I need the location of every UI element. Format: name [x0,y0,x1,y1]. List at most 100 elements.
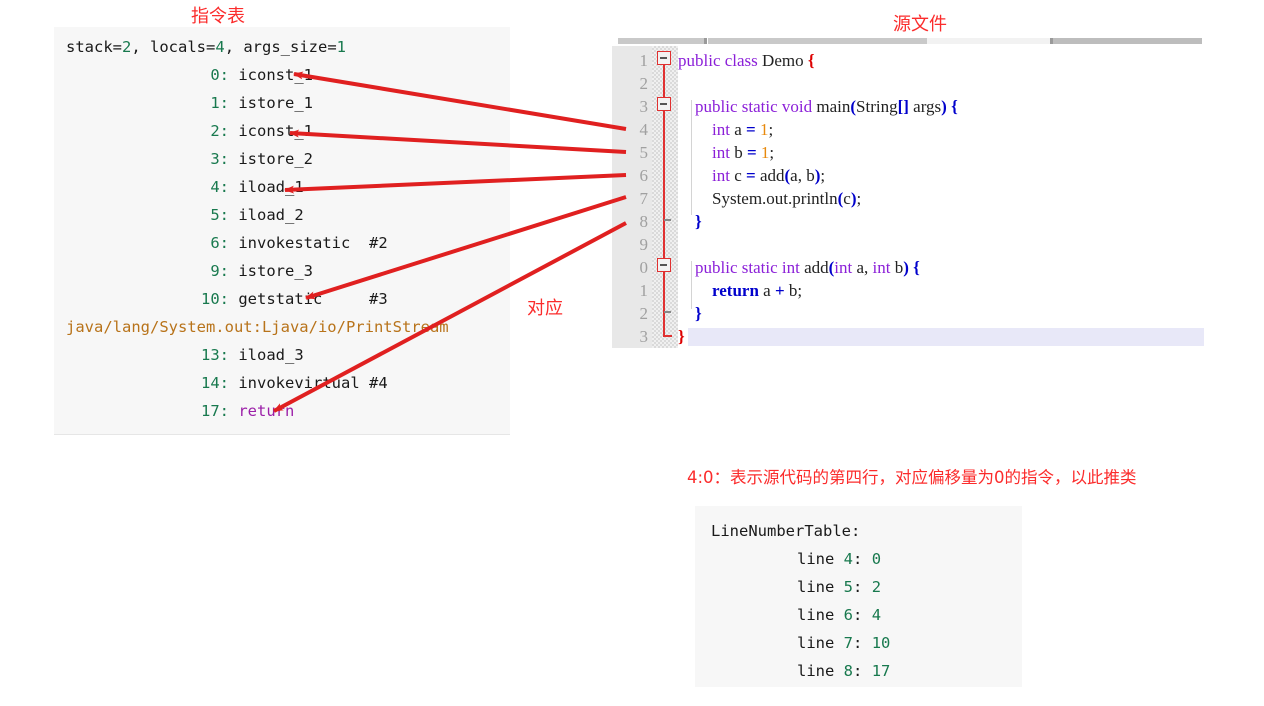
line-number: 3 [639,327,649,346]
lnt-sep: : [853,578,872,596]
fold-toggle-main[interactable] [657,97,671,111]
bytecode-row: 17: return [54,402,510,420]
bytecode-offset: 17: [201,402,229,420]
lnt-prefix: line [797,634,844,652]
line-number: 6 [639,166,649,185]
bytecode-operand: #4 [369,374,388,392]
bytecode-mnemonic: return [238,402,295,420]
locals-label: , locals= [131,38,216,56]
lnt-sep: : [853,606,872,624]
lnt-source-line: 4 [843,550,854,568]
label-instruction-table: 指令表 [191,6,245,27]
bytecode-header: stack=2, locals=4, args_size=1 [66,38,510,56]
fold-toggle-add[interactable] [657,258,671,272]
bytecode-row: 9: istore_3 [54,262,510,280]
code-folding-gutter[interactable] [652,46,678,348]
scrollbar-thumb-left[interactable] [618,38,704,44]
label-source-file: 源文件 [893,14,947,35]
source-code-editor: 1 2 3 4 5 6 7 8 9 0 1 2 3 public class D… [612,38,1204,348]
fold-end-main [664,219,671,221]
bytecode-row: 3: istore_2 [54,150,510,168]
bytecode-mnemonic: iload_2 [238,206,304,224]
scrollbar-thumb-right[interactable] [1053,38,1202,44]
bytecode-offset: 9: [210,262,229,280]
code-line: int a = 1; [712,120,774,139]
bytecode-mnemonic: istore_3 [238,262,313,280]
line-number-table-entry: line 7: 10 [797,634,891,652]
scrollbar-track-mid[interactable] [708,38,927,44]
line-number-table-entry: line 4: 0 [797,550,882,568]
bytecode-offset: 2: [210,122,229,140]
bytecode-offset: 14: [201,374,229,392]
bytecode-operand: #2 [369,234,388,252]
bytecode-offset: 0: [210,66,229,84]
code-line: } [695,304,702,323]
code-line: int c = add(a, b); [712,166,826,185]
line-number: 0 [639,258,649,277]
bytecode-mnemonic: istore_1 [238,94,313,112]
lnt-offset: 17 [871,662,891,680]
line-number-table-entry: line 8: 17 [797,662,891,680]
editor-body: 1 2 3 4 5 6 7 8 9 0 1 2 3 public class D… [612,46,1204,348]
bytecode-mnemonic: getstatic [238,290,323,308]
bytecode-row: 13: iload_3 [54,346,510,364]
lnt-prefix: line [797,606,844,624]
code-line: } [695,212,702,231]
bytecode-mnemonic: istore_2 [238,150,313,168]
lnt-offset: 10 [871,634,891,652]
stack-label: stack= [66,38,122,56]
code-line: public static int add(int a, int b) { [695,258,920,277]
line-number-table-panel: LineNumberTable: line 4: 0 line 5: 2 lin… [695,506,1022,687]
lnt-source-line: 6 [843,606,854,624]
bytecode-row: 1: istore_1 [54,94,510,112]
bytecode-row: 0: iconst_1 [54,66,510,84]
fold-toggle-class[interactable] [657,51,671,65]
bytecode-offset: 1: [210,94,229,112]
scrollbar-gap [927,38,1050,44]
stack-value: 2 [122,38,132,56]
bytecode-offset: 10: [201,290,229,308]
bytecode-row: 6: invokestatic #2 [54,234,510,252]
line-number: 8 [639,212,649,231]
line-number-gutter: 1 2 3 4 5 6 7 8 9 0 1 2 3 [612,46,652,348]
code-line: int b = 1; [712,143,775,162]
lnt-offset: 2 [871,578,882,596]
fold-end-class [663,335,672,337]
bytecode-offset: 4: [210,178,229,196]
label-correspond: 对应 [527,298,563,319]
line-number: 1 [639,281,649,300]
lnt-sep: : [853,662,872,680]
line-number-table-entry: line 5: 2 [797,578,882,596]
code-line: System.out.println(c); [712,189,862,208]
lnt-prefix: line [797,662,844,680]
bytecode-mnemonic: invokestatic [238,234,351,252]
line-number-table-entry: line 6: 4 [797,606,881,624]
line-number: 3 [639,97,649,116]
lnt-offset: 0 [871,550,882,568]
current-line-highlight [688,328,1204,346]
bytecode-row: 10: getstatic #3 [54,290,510,308]
code-line: public static void main(String[] args) { [695,97,958,116]
bytecode-offset: 6: [210,234,229,252]
bytecode-mnemonic: invokevirtual [238,374,360,392]
line-number: 7 [639,189,649,208]
bytecode-mnemonic: iload_1 [238,178,304,196]
lnt-prefix: line [797,550,844,568]
line-number: 9 [639,235,649,254]
bytecode-offset: 13: [201,346,229,364]
lnt-source-line: 5 [843,578,854,596]
bytecode-constant-ref: java/lang/System.out:Ljava/io/PrintStrea… [66,318,449,336]
scrollbar-divider-a [704,38,707,44]
lnt-source-line: 7 [843,634,854,652]
editor-horizontal-scrollbar[interactable] [612,38,1204,44]
bytecode-offset: 5: [210,206,229,224]
lnt-sep: : [853,634,872,652]
label-linenumber-explanation: 4:0：表示源代码的第四行，对应偏移量为0的指令，以此推类 [687,468,1137,487]
line-number: 2 [639,304,649,323]
lnt-source-line: 8 [843,662,854,680]
lnt-sep: : [853,550,872,568]
line-number: 5 [639,143,649,162]
line-number-table-title: LineNumberTable: [711,522,861,540]
fold-end-add [664,311,671,313]
line-number: 4 [639,120,649,139]
